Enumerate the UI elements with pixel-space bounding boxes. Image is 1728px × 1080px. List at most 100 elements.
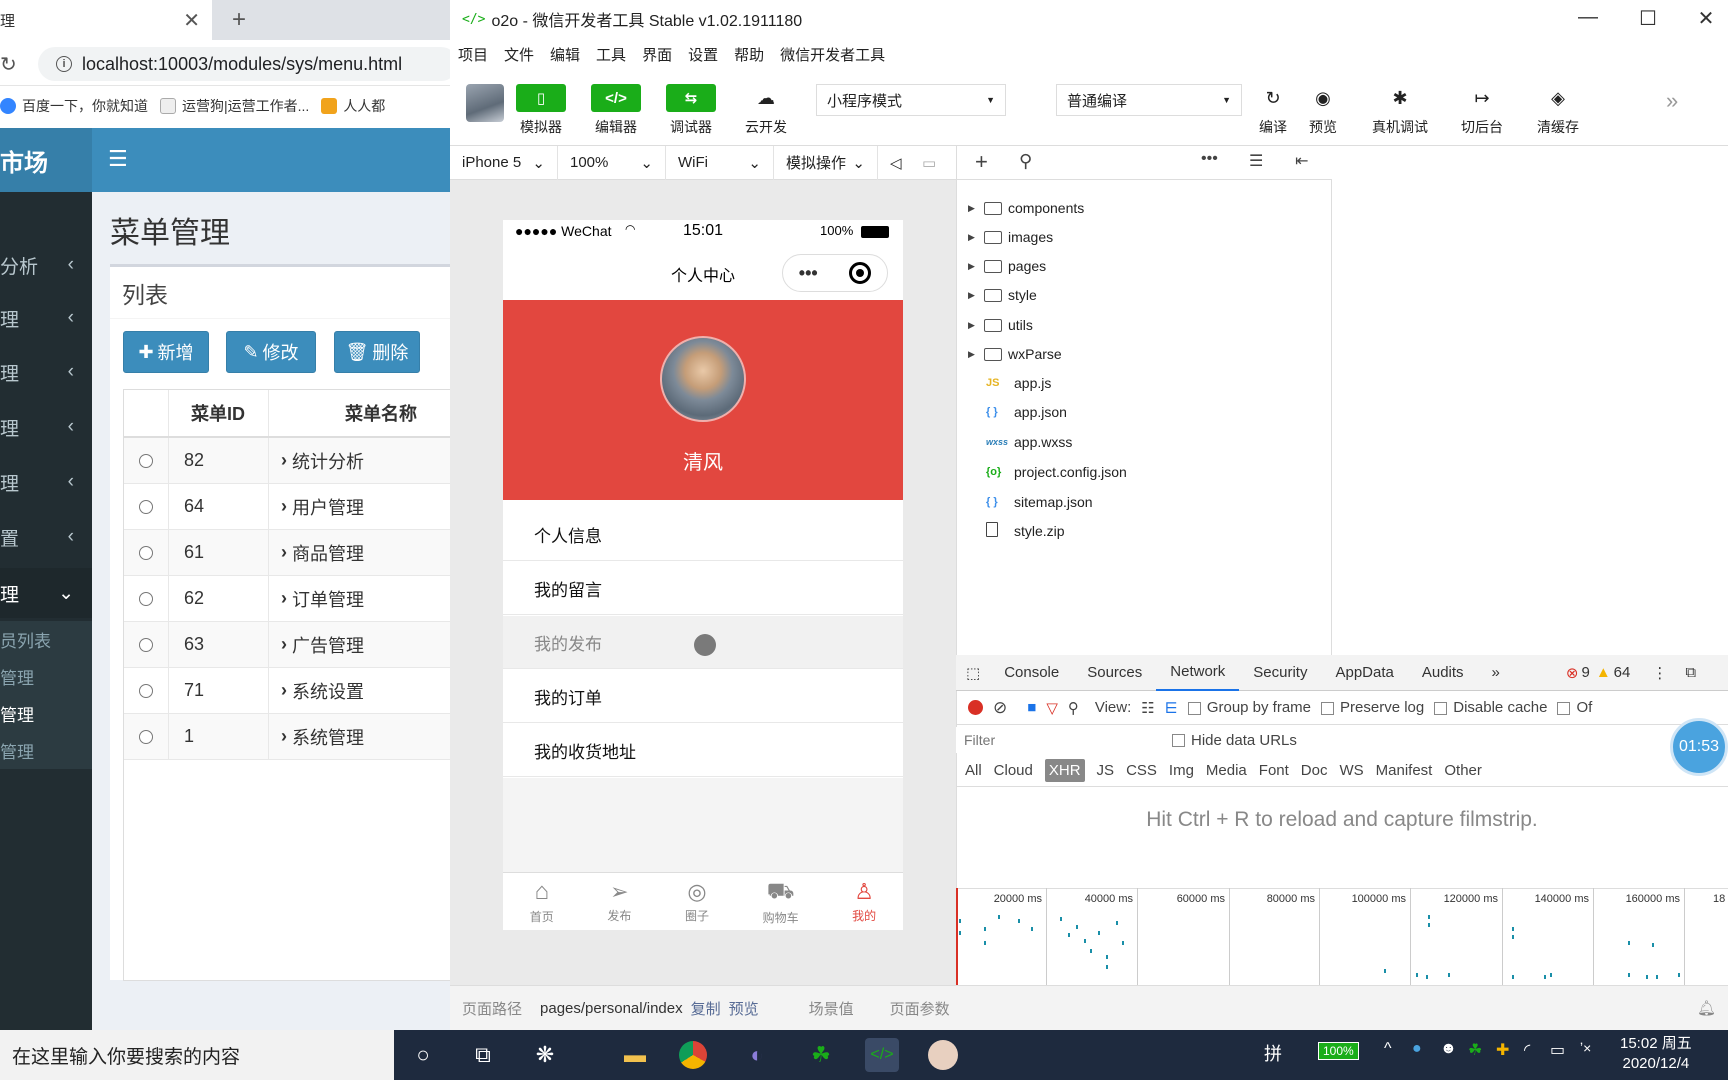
project-avatar[interactable] — [466, 84, 504, 122]
disable-cache-checkbox[interactable]: Disable cache — [1434, 699, 1547, 716]
table-row[interactable]: 71 › 系统设置 — [124, 668, 464, 714]
type-filter[interactable]: Manifest — [1376, 762, 1433, 779]
maximize-icon[interactable]: ☐ — [1628, 6, 1668, 31]
page-params[interactable]: 页面参数 — [890, 998, 950, 1019]
group-by-frame-checkbox[interactable]: Group by frame — [1187, 699, 1311, 716]
tab-home[interactable]: ⌂ 首页 — [530, 878, 554, 925]
timer-badge[interactable]: 01:53 — [1670, 718, 1728, 776]
bookmark-item[interactable]: 百度一下，你就知道 — [0, 96, 148, 116]
folder-node[interactable]: ▶ utils — [968, 312, 1033, 338]
bell-icon[interactable]: 🔔︎ — [1697, 999, 1716, 1017]
inspect-icon[interactable]: ⬚ — [956, 655, 990, 691]
more-icon[interactable]: ••• — [1201, 150, 1218, 168]
tab-console[interactable]: Console — [990, 655, 1073, 691]
sidebar-item[interactable]: 理 ‹ — [0, 293, 92, 343]
sidebar-subitem[interactable]: 管理 — [0, 658, 92, 695]
taskbar-search[interactable]: 在这里输入你要搜索的内容 — [0, 1030, 394, 1080]
copy-link[interactable]: 复制 — [691, 998, 721, 1019]
row-radio[interactable] — [139, 545, 153, 560]
table-row[interactable]: 61 › 商品管理 — [124, 530, 464, 576]
cloud-button[interactable]: ☁ 云开发 — [741, 84, 791, 137]
preview-link[interactable]: 预览 — [729, 998, 759, 1019]
minimize-icon[interactable]: — — [1568, 6, 1608, 29]
caret-right-icon[interactable]: › — [281, 634, 287, 655]
record-icon[interactable] — [968, 700, 983, 715]
background-button[interactable]: ↦ 切后台 — [1457, 84, 1507, 137]
caret-right-icon[interactable]: › — [281, 496, 287, 517]
close-icon[interactable]: ✕ — [1686, 6, 1726, 31]
sidebar-subitem[interactable]: 管理 — [0, 732, 92, 769]
volume-mute-icon[interactable]: ʼ× — [1580, 1040, 1591, 1056]
battery-indicator[interactable]: 100% — [1318, 1042, 1359, 1060]
new-tab-icon[interactable]: + — [232, 6, 246, 34]
error-count[interactable]: 9 — [1581, 664, 1589, 681]
file-node[interactable]: JS app.js — [986, 370, 1051, 396]
caret-right-icon[interactable]: › — [281, 450, 287, 471]
delete-button[interactable]: 🗑 删除 — [334, 331, 420, 373]
wechat-tray-icon[interactable]: ☘ — [1468, 1040, 1482, 1060]
file-node[interactable]: { } app.json — [986, 399, 1067, 425]
tray-app-icon[interactable]: ● — [1412, 1040, 1422, 1058]
profile-menu-item[interactable]: 我的收货地址 — [503, 724, 903, 777]
chrome-icon[interactable] — [679, 1041, 707, 1069]
caret-right-icon[interactable]: › — [281, 726, 287, 747]
menu-item[interactable]: 设置 — [688, 44, 718, 65]
type-filter[interactable]: Doc — [1301, 762, 1328, 779]
capsule-menu[interactable]: ••• — [782, 254, 888, 292]
menu-item[interactable]: 文件 — [504, 44, 534, 65]
task-view-icon[interactable]: ⧉ — [466, 1038, 500, 1072]
menu-toggle-icon[interactable]: ☰ — [108, 146, 128, 172]
add-button[interactable]: ✚ 新增 — [123, 331, 209, 373]
scene-value[interactable]: 场景值 — [809, 998, 854, 1019]
photo-app-icon[interactable] — [928, 1040, 958, 1070]
menu-item[interactable]: 工具 — [596, 44, 626, 65]
caret-right-icon[interactable]: › — [281, 542, 287, 563]
preserve-log-checkbox[interactable]: Preserve log — [1321, 699, 1424, 716]
tab-appdata[interactable]: AppData — [1321, 655, 1407, 691]
cortana-icon[interactable]: ○ — [406, 1038, 440, 1072]
profile-menu-item[interactable]: 我的留言 — [503, 562, 903, 615]
zoom-select[interactable]: 100% ⌄ — [558, 145, 666, 180]
folder-node[interactable]: ▶ style — [968, 282, 1037, 308]
clear-icon[interactable]: ⊘ — [993, 698, 1007, 718]
type-filter[interactable]: Cloud — [994, 762, 1033, 779]
reload-icon[interactable]: ↻ — [0, 52, 17, 77]
debugger-button[interactable]: ⇆ 调试器 — [666, 84, 716, 137]
system-clock[interactable]: 15:02 周五 2020/12/4 — [1620, 1034, 1692, 1074]
row-radio[interactable] — [139, 637, 153, 652]
row-radio[interactable] — [139, 453, 153, 468]
editor-button[interactable]: </> 编辑器 — [591, 84, 641, 137]
add-icon[interactable]: + — [975, 149, 988, 175]
bookmark-item[interactable]: 运营狗|运营工作者... — [160, 96, 309, 116]
collapse-icon[interactable]: ☰ — [1249, 151, 1263, 171]
file-explorer-icon[interactable]: ▬ — [618, 1038, 652, 1072]
sidebar-subitem[interactable]: 员列表 — [0, 621, 92, 658]
folder-node[interactable]: ▶ components — [968, 195, 1084, 221]
target-icon[interactable] — [849, 262, 872, 284]
volume-icon[interactable]: ◁ — [878, 146, 910, 180]
menu-item[interactable]: 帮助 — [734, 44, 764, 65]
file-node[interactable]: style.zip — [986, 518, 1065, 544]
remote-debug-button[interactable]: ✱ 真机调试 — [1372, 84, 1428, 137]
screen-icon[interactable]: ▭ — [910, 146, 940, 180]
device-select[interactable]: iPhone 5 ⌄ — [450, 145, 558, 180]
compile-select[interactable]: 普通编译 ▼ — [1056, 84, 1242, 116]
eclipse-icon[interactable]: ◐ — [740, 1038, 774, 1072]
network-icon[interactable]: ◜ — [1524, 1040, 1530, 1060]
operation-select[interactable]: 模拟操作 ⌄ — [774, 145, 878, 180]
folder-node[interactable]: ▶ wxParse — [968, 341, 1062, 367]
tab-publish[interactable]: ➢ 发布 — [607, 879, 631, 924]
camera-icon[interactable]: ■ — [1027, 699, 1036, 716]
tab-security[interactable]: Security — [1239, 655, 1321, 691]
tab-network[interactable]: Network — [1156, 655, 1240, 691]
sidebar-item[interactable]: 理 ‹ — [0, 457, 92, 507]
row-radio[interactable] — [139, 591, 153, 606]
compile-button[interactable]: ↻ 编译 — [1248, 84, 1298, 137]
sidebar-item[interactable]: 分析 ‹ — [0, 240, 92, 290]
table-row[interactable]: 1 › 系统管理 — [124, 714, 464, 760]
info-icon[interactable]: i — [56, 56, 72, 72]
menu-item[interactable]: 界面 — [642, 44, 672, 65]
type-filter[interactable]: JS — [1097, 762, 1115, 779]
tab-cart[interactable]: ⛟ 购物车 — [763, 878, 799, 926]
wechat-app-icon[interactable]: ☘ — [804, 1038, 838, 1072]
